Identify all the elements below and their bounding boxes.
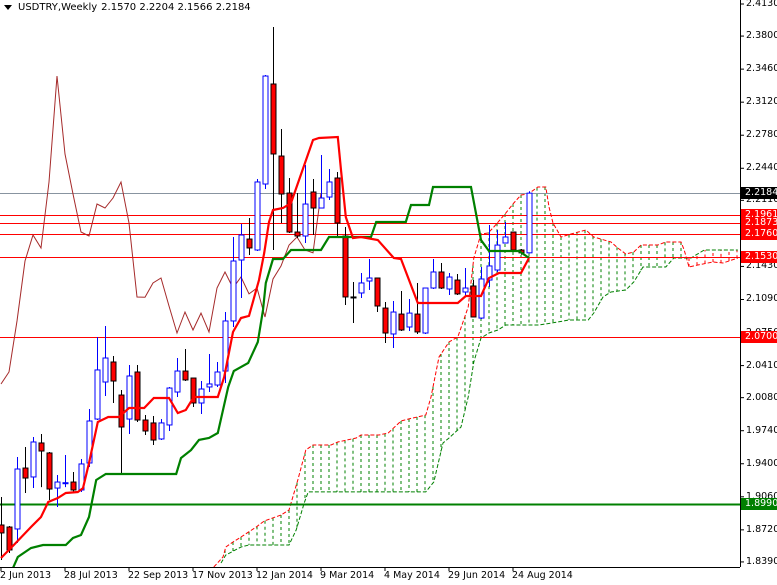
bear-candle: [382, 307, 389, 334]
price-label-2.1760: 2.1760: [741, 228, 777, 241]
bull-candle: [302, 203, 309, 237]
price-label-1.8990: 1.8990: [741, 497, 777, 510]
bull-candle: [214, 371, 221, 386]
bull-candle: [206, 383, 213, 388]
y-tick-label: 2.1090: [746, 293, 777, 305]
y-tick-label: 2.2440: [746, 162, 777, 174]
bear-candle: [414, 313, 421, 333]
x-tick-label: 2 Jun 2013: [0, 570, 52, 581]
bear-candle: [342, 235, 349, 298]
bear-candle: [70, 481, 77, 491]
bull-candle: [166, 387, 173, 426]
bear-candle: [278, 155, 285, 195]
bull-candle: [14, 468, 21, 530]
tenkan-sen-line: [0, 135, 530, 559]
bull-candle: [262, 75, 269, 185]
x-tick-label: 22 Sep 2013: [128, 570, 189, 581]
bull-candle: [502, 236, 509, 244]
bull-candle: [230, 260, 237, 322]
bear-candle: [246, 238, 253, 249]
bear-candle: [294, 231, 301, 237]
bull-candle: [494, 244, 501, 271]
bear-candle: [334, 177, 341, 224]
bear-candle: [398, 313, 405, 331]
ohlc-values: 2.1570 2.2204 2.1566 2.2184: [101, 2, 251, 13]
senkou-span-a-line: [213, 186, 738, 567]
bear-candle: [374, 277, 381, 307]
bear-candle: [150, 422, 157, 441]
bull-candle: [254, 181, 261, 251]
y-tick-label: 1.8390: [746, 555, 777, 567]
bull-candle: [54, 481, 61, 489]
bear-candle: [22, 467, 29, 479]
bull-candle: [406, 312, 413, 328]
bear-candle: [310, 191, 317, 209]
y-tick-label: 2.4130: [746, 0, 777, 9]
y-tick-label: 2.3460: [746, 63, 777, 75]
x-tick-label: 17 Nov 2013: [192, 570, 253, 581]
dropdown-triangle-icon[interactable]: [4, 5, 12, 10]
chart-header: USDTRY,Weekly 2.1570 2.2204 2.1566 2.218…: [4, 2, 251, 13]
bull-candle: [126, 375, 133, 420]
y-tick-label: 2.2780: [746, 129, 777, 141]
x-tick-label: 9 Mar 2014: [320, 570, 375, 581]
bull-candle: [174, 370, 181, 393]
bear-candle: [454, 279, 461, 295]
x-tick-label: 29 Jun 2014: [448, 570, 506, 581]
bull-candle: [358, 282, 365, 294]
symbol-label: USDTRY,Weekly: [18, 2, 98, 13]
price-chart[interactable]: [0, 0, 777, 585]
y-tick-label: 2.0080: [746, 391, 777, 403]
bear-candle: [110, 361, 117, 382]
bull-candle: [102, 357, 109, 383]
y-tick-label: 2.0410: [746, 359, 777, 371]
bear-candle: [286, 192, 293, 233]
kijun-sen-line: [12, 185, 530, 567]
bull-candle: [422, 287, 429, 334]
y-tick-label: 1.9400: [746, 457, 777, 469]
x-tick-label: 4 May 2014: [384, 570, 440, 581]
bull-candle: [446, 276, 453, 290]
bear-candle: [134, 371, 141, 421]
bear-candle: [118, 394, 125, 428]
bull-candle: [62, 482, 69, 485]
plot-area: [0, 27, 740, 567]
y-tick-label: 1.9740: [746, 424, 777, 436]
bull-candle: [30, 441, 37, 478]
x-tick-label: 24 Aug 2014: [512, 570, 573, 581]
bear-candle: [182, 370, 189, 381]
bear-candle: [470, 285, 477, 318]
bear-candle: [510, 231, 517, 251]
y-tick-label: 2.3800: [746, 30, 777, 42]
bear-candle: [142, 419, 149, 432]
bull-candle: [390, 311, 397, 335]
bull-candle: [430, 271, 437, 289]
price-label-2.1530: 2.1530: [741, 250, 777, 263]
x-tick-label: 28 Jul 2013: [64, 570, 118, 581]
y-tick-label: 2.3120: [746, 96, 777, 108]
bull-candle: [94, 369, 101, 420]
y-tick-label: 1.8720: [746, 523, 777, 535]
bull-candle: [158, 422, 165, 440]
bull-candle: [462, 287, 469, 293]
bear-candle: [270, 83, 277, 155]
bull-candle: [526, 192, 533, 254]
bull-candle: [238, 234, 245, 261]
price-label-2.0700: 2.0700: [741, 331, 777, 344]
x-tick-label: 12 Jan 2014: [256, 570, 313, 581]
bear-candle: [438, 271, 445, 289]
bull-candle: [478, 278, 485, 319]
bear-candle: [0, 524, 5, 534]
bear-candle: [350, 296, 357, 299]
bull-candle: [326, 181, 333, 198]
chart-window: USDTRY,Weekly 2.1570 2.2204 2.1566 2.218…: [0, 0, 777, 585]
bear-candle: [46, 452, 53, 490]
bear-candle: [38, 442, 45, 452]
bull-candle: [318, 197, 325, 209]
bull-candle: [366, 277, 373, 282]
price-label-2.2184: 2.2184: [741, 187, 777, 200]
